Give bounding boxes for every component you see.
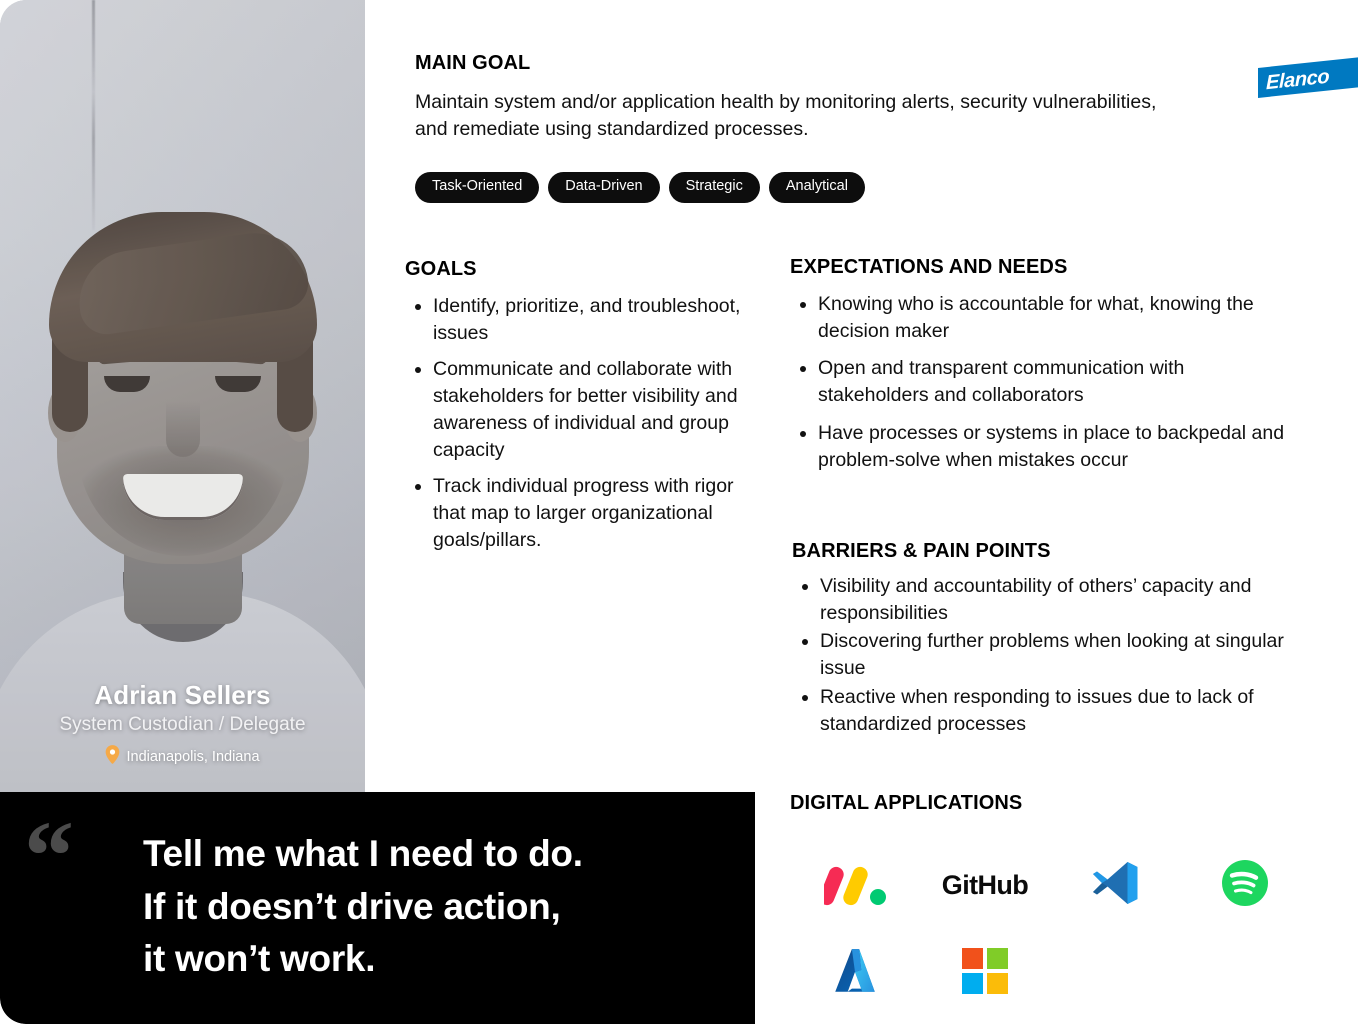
spotify-icon	[1221, 859, 1269, 912]
digital-applications-title: DIGITAL APPLICATIONS	[790, 792, 1023, 814]
list-item: Visibility and accountability of others’…	[820, 573, 1312, 626]
elanco-logo: Elanco	[1258, 57, 1358, 99]
list-item: Discovering further problems when lookin…	[820, 628, 1312, 681]
app-logo-vs-code[interactable]	[1050, 841, 1180, 929]
github-wordmark: GitHub	[941, 869, 1029, 900]
map-pin-icon	[105, 745, 120, 768]
trait-tag-analytical[interactable]: Analytical	[768, 172, 865, 203]
persona-role: System Custodian / Delegate	[59, 714, 306, 736]
monday-com-icon	[819, 860, 886, 911]
app-logo-github[interactable]: GitHub	[920, 841, 1050, 929]
app-logo-spotify[interactable]	[1180, 841, 1310, 929]
app-logo-microsoft[interactable]	[920, 929, 1050, 1017]
persona-content: Elanco MAIN GOAL Maintain system and/or …	[365, 0, 1366, 1024]
barriers-section: BARRIERS & PAIN POINTS Visibility and ac…	[792, 540, 1312, 739]
trait-tag-data-driven[interactable]: Data-Driven	[548, 172, 660, 203]
expectations-section: EXPECTATIONS AND NEEDS Knowing who is ac…	[790, 256, 1300, 484]
expectations-title: EXPECTATIONS AND NEEDS	[790, 256, 1068, 278]
trait-tag-task-oriented[interactable]: Task-Oriented	[415, 172, 540, 203]
persona-traits: Task-Oriented Data-Driven Strategic Anal…	[415, 172, 865, 203]
persona-name: Adrian Sellers	[94, 680, 271, 711]
list-item: Communicate and collaborate with stakeho…	[433, 356, 755, 463]
persona-location: Indianapolis, Indiana	[0, 745, 365, 768]
goals-list: Identify, prioritize, and troubleshoot, …	[405, 293, 755, 553]
persona-caption: Adrian Sellers System Custodian / Delega…	[0, 680, 365, 768]
persona-card: Adrian Sellers System Custodian / Delega…	[0, 0, 1366, 1024]
expectations-list: Knowing who is accountable for what, kno…	[790, 291, 1300, 473]
app-logo-azure[interactable]	[790, 929, 920, 1017]
trait-tag-strategic[interactable]: Strategic	[668, 172, 760, 203]
list-item: Reactive when responding to issues due t…	[820, 684, 1312, 737]
list-item: Knowing who is accountable for what, kno…	[818, 291, 1300, 344]
goals-section: GOALS Identify, prioritize, and troubles…	[405, 258, 755, 563]
digital-applications-section: DIGITAL APPLICATIONS GitHub	[790, 792, 1320, 1017]
goals-title: GOALS	[405, 258, 477, 280]
persona-photo: Adrian Sellers System Custodian / Delega…	[0, 0, 365, 792]
portrait-nose	[165, 401, 200, 457]
azure-icon	[829, 946, 881, 1001]
list-item: Open and transparent communication with …	[818, 355, 1300, 408]
barriers-title: BARRIERS & PAIN POINTS	[792, 540, 1051, 562]
persona-location-label: Indianapolis, Indiana	[126, 748, 260, 765]
main-goal-section: MAIN GOAL Maintain system and/or applica…	[415, 52, 1175, 143]
digital-applications-grid: GitHub	[790, 841, 1310, 1017]
list-item: Identify, prioritize, and troubleshoot, …	[433, 293, 755, 346]
vs-code-icon	[1090, 858, 1140, 913]
barriers-list: Visibility and accountability of others’…	[792, 573, 1312, 737]
app-logo-monday-com[interactable]	[790, 841, 920, 929]
main-goal-body: Maintain system and/or application healt…	[415, 91, 1157, 140]
quote-mark-icon: “	[24, 800, 74, 911]
main-goal-title: MAIN GOAL	[415, 52, 531, 74]
list-item: Track individual progress with rigor tha…	[433, 473, 755, 553]
microsoft-icon	[962, 947, 1008, 999]
list-item: Have processes or systems in place to ba…	[818, 420, 1300, 473]
